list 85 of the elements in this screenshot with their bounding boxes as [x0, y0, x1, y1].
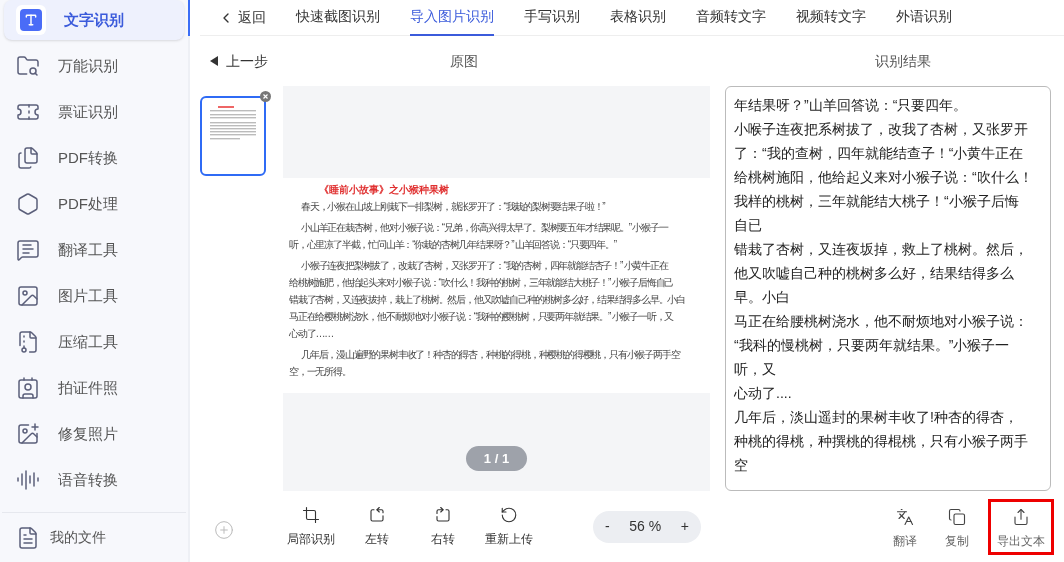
document-title: 《睡前小故事》之小猴种果树	[318, 183, 450, 197]
document-text: 给桃树施肥，他抬起头来对小猴子说：“吹什么！我种的桃树，三年就能结大桃子！” 小猴子后悔自己	[289, 276, 674, 290]
tool-button[interactable]: 重新上传	[485, 505, 533, 548]
crop-icon	[302, 505, 320, 524]
thumbnail-drawing	[208, 104, 258, 140]
sidebar-item[interactable]: 拍证件照	[4, 368, 184, 408]
sidebar-item[interactable]: 文字识别	[4, 0, 184, 40]
file-icon	[16, 525, 40, 550]
rotate-right-icon	[434, 505, 452, 524]
result-text: 心动了....	[734, 384, 792, 403]
pdf-file-icon	[16, 146, 40, 170]
document-text: 空，一无所得。	[289, 365, 351, 379]
result-text: 自已	[734, 216, 762, 235]
zoom-out-button[interactable]: -	[605, 516, 610, 537]
action-button[interactable]: 导出文本	[988, 498, 1054, 555]
document-text: 几年后，漫山遍野的果树丰收了！种杏的得杏，种桃的得桃，种樱桃的得樱桃，只有小猴子两手空	[301, 348, 680, 362]
rotate-left-icon	[368, 505, 386, 524]
tool-button[interactable]: 右转	[419, 505, 467, 548]
export-icon	[1012, 507, 1030, 526]
result-text: 他又吹嘘自己种的桃树多么好，结果结得多么	[734, 264, 1014, 283]
result-text: 几年后，淡山遥封的果树丰收了!种杏的得杏，	[734, 408, 1018, 427]
page-thumbnail[interactable]	[200, 96, 266, 176]
tool-button[interactable]: 局部识别	[287, 505, 335, 548]
result-text: 早。小白	[734, 288, 790, 307]
tab[interactable]: 表格识别	[610, 0, 666, 36]
action-button[interactable]: 翻译	[884, 498, 926, 555]
document-text: 错栽了杏树，又连夜拔掉，栽上了桃树。然后，他又吹嘘自己种的桃树多么好，结果结得多么早。小白	[289, 293, 685, 307]
sidebar-item[interactable]: 压缩工具	[4, 322, 184, 362]
tab[interactable]: 外语识别	[896, 0, 952, 36]
result-heading: 识别结果	[875, 51, 931, 71]
result-text-panel[interactable]	[725, 86, 1051, 491]
result-text: 错栽了杏树，又连夜坂掉，救上了桃树。然后，	[734, 240, 1028, 259]
result-text: 空	[734, 456, 748, 475]
text-icon	[16, 5, 46, 35]
zoom-in-button[interactable]: +	[680, 516, 689, 537]
sidebar-item[interactable]: 万能识别	[4, 46, 184, 86]
result-text: 年结果呀？”山羊回答说：“只要四年。	[734, 96, 968, 115]
document-text: 小山羊正在栽杏树，他对小猴子说：“兄弟，你高兴得太早了。梨树要五年才结果呢。” 小猴子一	[301, 221, 668, 235]
result-text: 我样的桃树，三年就能结大桃子！“小猴子后悔	[734, 192, 1019, 211]
document-text: 心动了……	[289, 327, 333, 341]
zoom-value: 56 %	[629, 517, 662, 536]
action-button[interactable]: 复制	[936, 498, 978, 555]
tab[interactable]: 视频转文字	[796, 0, 866, 36]
back-button[interactable]: 返回	[218, 7, 266, 28]
sidebar-item[interactable]: 图片工具	[4, 276, 184, 316]
tab[interactable]: 快速截图识别	[296, 0, 380, 36]
id-photo-icon	[16, 376, 40, 400]
sidebar-item[interactable]: PDF转换	[4, 138, 184, 178]
result-text: 听，又	[734, 360, 776, 379]
my-files-link[interactable]: 我的文件	[50, 527, 106, 548]
archive-icon	[16, 330, 40, 354]
document-text: 春天，小猴在山坡上刚栽下一排梨树，就张罗开了：“我栽的梨树要结果子啦！”	[301, 200, 605, 214]
pdf-hexagon-icon	[16, 192, 40, 216]
previous-step-button[interactable]: 上一步	[200, 50, 450, 72]
tab[interactable]: 手写识别	[524, 0, 580, 36]
page-indicator: 1 / 1	[465, 445, 528, 471]
original-heading: 原图	[450, 51, 479, 71]
result-text: 种桃的得桃，种撰桃的得棍桃，只有小猴子两手	[734, 432, 1028, 451]
scroll-indicator	[188, 0, 190, 36]
triangle-left-icon	[210, 56, 218, 66]
copy-icon	[948, 507, 966, 526]
sidebar-item[interactable]: 修复照片	[4, 414, 184, 454]
result-text: 了：“我的查树，四年就能结查子！“小黄牛正在	[734, 144, 1024, 163]
photo-repair-icon	[16, 422, 40, 446]
tab[interactable]: 音频转文字	[696, 0, 766, 36]
translate-icon	[896, 507, 914, 526]
chat-icon	[16, 238, 40, 262]
document-text: 马正在给樱桃树浇水，他不耐烦地对小猴子说：“我种的樱桃树，只要两年就结果。” 小猴子一听，又	[289, 310, 674, 324]
tool-button[interactable]: 左转	[353, 505, 401, 548]
sidebar-item[interactable]: 翻译工具	[4, 230, 184, 270]
audio-wave-icon	[16, 468, 40, 492]
folder-search-icon	[16, 54, 40, 78]
result-text: “我科的慢桃树，只要两年就结果。”小猴子一	[734, 336, 1010, 355]
sidebar-item[interactable]: PDF处理	[4, 184, 184, 224]
reload-icon	[500, 505, 518, 524]
result-text: 给桃树施阳，他给起义来对小猴子说：“吹什么！	[734, 168, 1033, 187]
close-icon[interactable]	[260, 91, 271, 102]
result-text: 小喉子连夜把系树拔了，改我了杏树，又张罗开	[734, 120, 1028, 139]
sidebar-item[interactable]: 票证识别	[4, 92, 184, 132]
image-icon	[16, 284, 40, 308]
sidebar-item[interactable]: 语音转换	[4, 460, 184, 500]
document-text: 小猴子连夜把梨树拔了，改栽了杏树，又张罗开了：“我的杏树，四年就能结杏子！” 小黄牛正在	[301, 259, 668, 273]
result-text: 马正在给腰桃树浇水，他不耐烦地对小猴子说：	[734, 312, 1028, 331]
document-text: 听，心里凉了半截，忙问山羊：“你栽的杏树几年结果呀？” 山羊回答说：“只要四年。”	[289, 238, 616, 252]
tab[interactable]: 导入图片识别	[410, 0, 494, 36]
